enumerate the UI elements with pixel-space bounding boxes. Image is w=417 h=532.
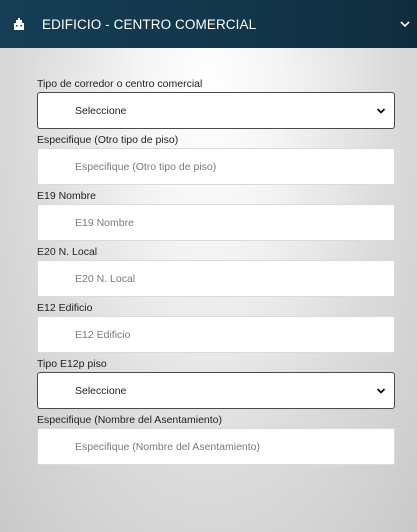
field-label-otro-tipo-piso: Especifique (Otro tipo de piso): [37, 134, 179, 146]
tipo-corredor-select[interactable]: Seleccione: [37, 92, 395, 129]
e12-edificio-input[interactable]: E12 Edificio: [37, 316, 395, 353]
e20-n-local-input[interactable]: E20 N. Local: [37, 260, 395, 297]
select-value: Seleccione: [75, 104, 127, 117]
section-header[interactable]: EDIFICIO - CENTRO COMERCIAL: [0, 0, 417, 48]
select-value: Seleccione: [75, 384, 127, 397]
chevron-down-icon: [376, 386, 386, 396]
field-label-e12-edificio: E12 Edificio: [37, 302, 93, 314]
edificio-centro-comercial-panel: EDIFICIO - CENTRO COMERCIAL Tipo de corr…: [0, 0, 417, 532]
otro-tipo-piso-input[interactable]: Especifique (Otro tipo de piso): [37, 148, 395, 185]
chevron-down-icon: [376, 106, 386, 116]
nombre-asentamiento-input[interactable]: Especifique (Nombre del Asentamiento): [37, 428, 395, 465]
input-placeholder: Especifique (Nombre del Asentamiento): [75, 440, 261, 453]
input-placeholder: E19 Nombre: [75, 216, 134, 229]
e19-nombre-input[interactable]: E19 Nombre: [37, 204, 395, 241]
input-placeholder: E20 N. Local: [75, 272, 136, 285]
field-label-e19-nombre: E19 Nombre: [37, 190, 96, 202]
tipo-e12p-piso-select[interactable]: Seleccione: [37, 372, 395, 409]
section-title: EDIFICIO - CENTRO COMERCIAL: [42, 16, 257, 32]
chevron-down-icon[interactable]: [399, 18, 411, 30]
input-placeholder: Especifique (Otro tipo de piso): [75, 160, 217, 173]
building-icon: [13, 18, 25, 30]
field-label-e20-n-local: E20 N. Local: [37, 246, 98, 258]
form: Tipo de corredor o centro comercial Sele…: [37, 76, 395, 468]
field-label-nombre-asentamiento: Especifique (Nombre del Asentamiento): [37, 414, 223, 426]
field-label-tipo-e12p-piso: Tipo E12p piso: [37, 358, 107, 370]
field-label-tipo-corredor: Tipo de corredor o centro comercial: [37, 78, 203, 90]
input-placeholder: E12 Edificio: [75, 328, 131, 341]
